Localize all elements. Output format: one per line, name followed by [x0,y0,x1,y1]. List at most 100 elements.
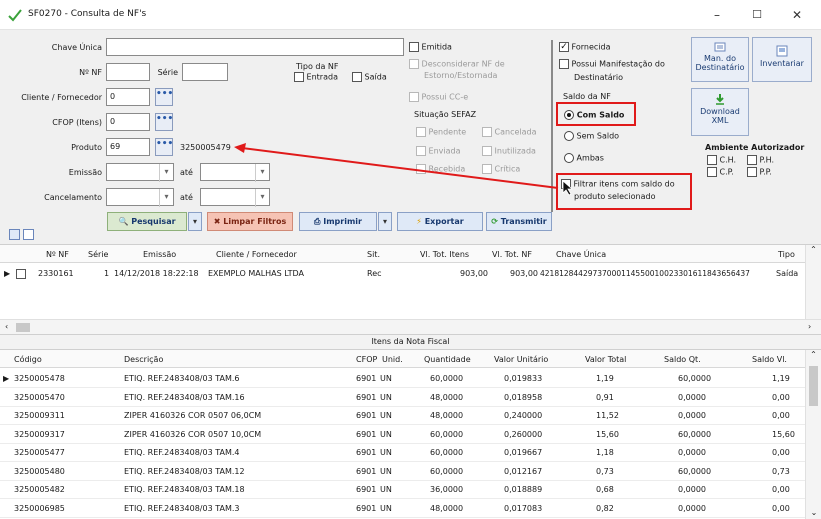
man-destinatario-button[interactable]: Man. do Destinatário [691,37,749,82]
minimize-button[interactable]: – [697,4,737,26]
col-saldo-qt[interactable]: Saldo Qt. [664,355,701,364]
cell-unid: UN [380,448,392,457]
hscroll-thumb[interactable] [16,323,30,332]
eraser-icon: ✖ [213,217,221,226]
select-all-toggle[interactable] [9,229,20,240]
col-descricao[interactable]: Descrição [124,355,163,364]
annotation-arrow [234,143,559,189]
filtrar-checkbox[interactable]: Filtrar itens com saldo do [561,179,675,189]
cell-unid: UN [380,485,392,494]
transmitir-button[interactable]: ⟳ Transmitir [486,212,552,231]
table-row[interactable]: 3250005477 ETIQ. REF.2483408/03 TAM.4 6901… [0,444,805,462]
table-row[interactable]: ▶ 2330161 1 14/12/2018 18:22:18 EXEMPLO … [0,265,805,283]
ph-label: P.H. [759,155,775,165]
pendente-checkbox[interactable]: Pendente [416,127,466,137]
cell-codigo: 3250005480 [14,466,65,476]
itens-grid-vscroll[interactable]: ⌃ ⌄ [805,350,821,519]
scroll-up-icon[interactable]: ⌃ [806,350,821,359]
col-unid[interactable]: Unid. [382,355,403,364]
close-button[interactable]: ✕ [777,4,817,26]
inventariar-button[interactable]: Inventariar [752,37,812,82]
col-codigo[interactable]: Código [14,355,42,364]
scroll-down-icon[interactable]: ⌄ [806,508,821,517]
table-row[interactable]: 3250006985 ETIQ. REF.2483408/03 TAM.3 6901… [0,500,805,518]
chave-unica-input[interactable] [106,38,404,56]
cell-saldo-qt: 60,0000 [678,374,712,383]
sem-saldo-radio[interactable]: Sem Saldo [564,131,619,141]
col-valor-unit[interactable]: Valor Unitário [494,355,548,364]
cfop-search-button[interactable]: ••• [155,113,173,131]
col-num-nf[interactable]: Nº NF [46,250,69,259]
ch-checkbox[interactable]: C.H. [707,155,736,165]
cell-descricao: ETIQ. REF.2483408/03 TAM.12 [124,466,245,476]
produto-search-button[interactable]: ••• [155,138,173,156]
cell-valor-total: 1,18 [596,448,614,457]
col-chave[interactable]: Chave Única [556,250,606,259]
num-nf-input[interactable] [106,63,150,81]
pp-checkbox[interactable]: P.P. [747,167,772,177]
col-tipo[interactable]: Tipo [778,250,795,259]
table-row[interactable]: ▶ 3250005478 ETIQ. REF.2483408/03 TAM.6 690… [0,370,805,388]
emissao-from-combo[interactable]: ▾ [106,163,174,182]
table-row[interactable]: 3250009311 ZIPER 4160326 COR 0507 06,0CM 6… [0,407,805,425]
col-emissao[interactable]: Emissão [143,250,176,259]
cp-checkbox[interactable]: C.P. [707,167,734,177]
entrada-checkbox[interactable]: Entrada [294,72,338,82]
table-row[interactable]: 3250005470 ETIQ. REF.2483408/03 TAM.16 690… [0,389,805,407]
col-sit[interactable]: Sit. [367,250,380,259]
pesquisar-button[interactable]: 🔍 Pesquisar [107,212,187,231]
cell-descricao: ETIQ. REF.2483408/03 TAM.6 [124,374,240,383]
col-vl-itens[interactable]: Vl. Tot. Itens [420,250,469,259]
col-cliente[interactable]: Cliente / Fornecedor [216,250,297,259]
scroll-up-icon[interactable]: ⌃ [806,245,821,254]
scroll-left-icon[interactable]: ‹ [5,322,8,331]
cell-codigo: 3250009311 [14,411,65,420]
cliente-search-button[interactable]: ••• [155,88,173,106]
download-xml-button[interactable]: Download XML [691,88,749,136]
cliente-input[interactable]: 0 [106,88,150,106]
emissao-ate-label: até [180,168,193,177]
cell-unid: UN [380,429,392,439]
cell-valor-total: 15,60 [596,429,619,439]
saida-checkbox[interactable]: Saída [352,72,387,82]
maximize-button[interactable]: ☐ [737,4,777,26]
cancelamento-from-combo[interactable]: ▾ [106,188,174,207]
possui-cce-checkbox[interactable]: Possui CC-e [409,92,468,102]
nf-grid-hscroll[interactable]: ‹ › [0,319,821,334]
exportar-button[interactable]: ⚡ Exportar [397,212,483,231]
col-vl-nf[interactable]: Vl. Tot. NF [492,250,532,259]
col-valor-total[interactable]: Valor Total [585,355,626,364]
scroll-right-icon[interactable]: › [808,322,811,331]
deselect-all-toggle[interactable] [23,229,34,240]
col-quantidade[interactable]: Quantidade [424,355,471,364]
table-row[interactable]: 3250009317 ZIPER 4160326 COR 0507 10,0CM 6… [0,426,805,444]
produto-input[interactable]: 69 [106,138,150,156]
table-row[interactable]: 3250005482 ETIQ. REF.2483408/03 TAM.18 690… [0,481,805,499]
imprimir-button[interactable]: ⎙ Imprimir [299,212,377,231]
col-cfop[interactable]: CFOP [356,355,377,364]
imprimir-dropdown[interactable]: ▾ [378,212,392,231]
cell-saldo-qt: 60,0000 [678,466,712,476]
cfop-input[interactable]: 0 [106,113,150,131]
inventariar-label: Inventariar [760,59,804,68]
row-checkbox[interactable] [16,269,26,279]
cancelada-checkbox[interactable]: Cancelada [482,127,537,137]
lightning-icon: ⚡ [416,217,422,226]
table-row[interactable]: 3250005480 ETIQ. REF.2483408/03 TAM.12 690… [0,463,805,481]
ambas-radio[interactable]: Ambas [564,153,604,163]
col-serie[interactable]: Série [88,250,108,259]
com-saldo-radio[interactable]: Com Saldo [564,110,624,120]
serie-input[interactable] [182,63,228,81]
col-saldo-vl[interactable]: Saldo Vl. [752,355,787,364]
vscroll-thumb[interactable] [809,366,818,406]
manifestacao-checkbox[interactable]: Possui Manifestação do [559,59,665,69]
ph-checkbox[interactable]: P.H. [747,155,774,165]
emitida-checkbox[interactable]: Emitida [409,42,452,52]
pesquisar-dropdown[interactable]: ▾ [188,212,202,231]
nf-grid-vscroll[interactable]: ⌃ [805,245,821,319]
fornecida-checkbox[interactable]: Fornecida [559,42,611,52]
cell-descricao: ETIQ. REF.2483408/03 TAM.3 [124,503,240,513]
limpar-filtros-button[interactable]: ✖ Limpar Filtros [207,212,293,231]
cell-valor-total: 11,52 [596,411,619,420]
desconsiderar-checkbox[interactable]: Desconsiderar NF de [409,59,505,69]
